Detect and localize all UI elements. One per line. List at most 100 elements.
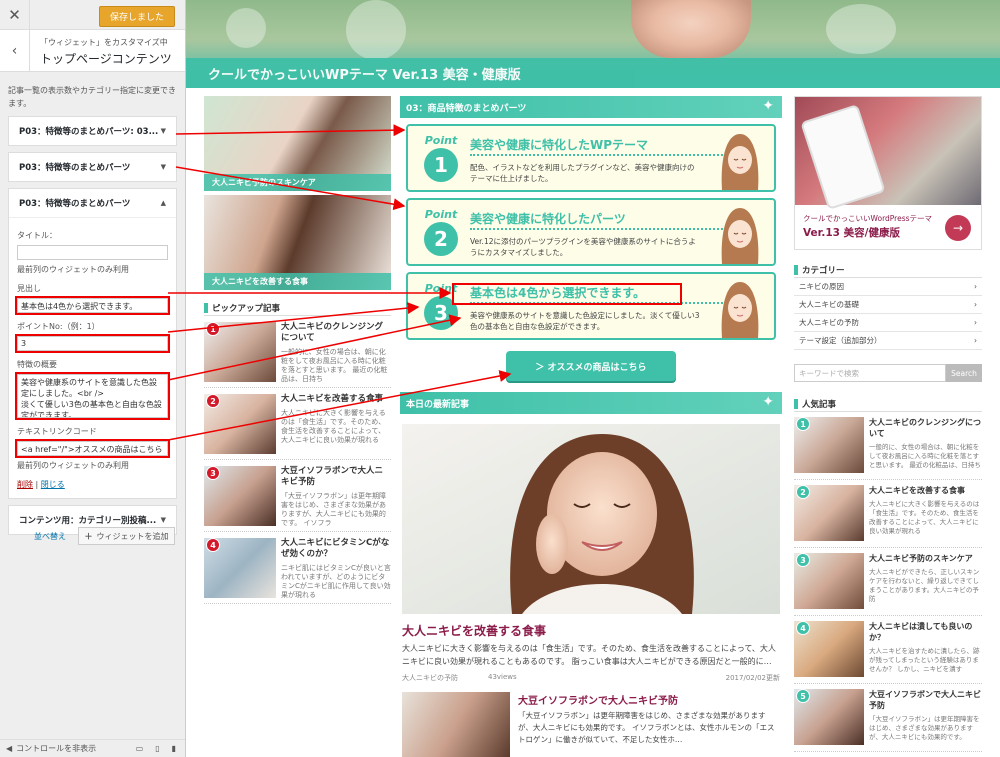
list-item[interactable]: 5 大豆イソフラボンで大人ニキビ予防 「大豆イソフラボン」は更年期障害をはじめ、さ… [794,684,982,752]
mobile-preview-icon[interactable]: ▮ [172,744,176,753]
triangle-down-icon[interactable]: ▼ [161,163,166,171]
hide-controls-label[interactable]: コントロールを非表示 [16,743,96,754]
category-item[interactable]: 大人ニキビの基礎 › [794,296,982,314]
widget-header[interactable]: P03：特徴等のまとめパーツ: 03... ▼ [9,117,176,145]
rank-badge: 1 [206,322,220,336]
featured-article-image[interactable] [402,424,780,614]
list-item-title[interactable]: 大人ニキビを改善する食事 [281,394,391,405]
list-item[interactable]: 3 大豆イソフラボンで大人ニキビ予防 「大豆イソフラボン」は更年期障害をはじめ、さ… [204,460,391,532]
thumbnail: 4 [794,621,864,677]
chevron-right-icon: › [974,300,977,309]
dotted-divider [470,228,730,230]
search-button[interactable]: Search [946,364,982,382]
list-item[interactable]: 2 大人ニキビを改善する食事 大人ニキビに大きく影響を与えるのは「食生活」です。そ… [204,388,391,460]
triangle-up-icon[interactable]: ▲ [161,199,166,207]
feature-description: 美容や健康系のサイトを意識した色設定にしました。淡くて優しい3色の基本色と自由な… [470,311,700,331]
thumbnail: 1 [794,417,864,473]
article-views: 43views [488,673,517,681]
summary-textarea[interactable]: 美容や健康系のサイトを意識した色設定にしました。<br /> 淡くて優しい3色の… [15,372,170,420]
panel-description: 記事一覧の表示数やカテゴリー指定に変更できます。 [8,86,176,108]
category-item[interactable]: テーマ設定（追加部分） › [794,332,982,350]
search-form: キーワードで検索 Search [794,364,982,382]
delete-link[interactable]: 削除 [17,480,33,489]
left-column: 大人ニキビ予防のスキンケア 大人ニキビを改善する食事 ピックアップ記事 1 大人… [204,96,391,604]
article-date: 2017/02/02更新 [725,674,780,682]
widget-2[interactable]: P03：特徴等のまとめパーツ ▼ [8,152,177,182]
point-circle: 1 [424,148,458,182]
link-label: テキストリンクコード [17,427,97,436]
reorder-link[interactable]: 並べ替え [34,531,66,542]
bokeh-decoration [346,0,406,60]
tablet-preview-icon[interactable]: ▯ [155,744,159,753]
list-item-excerpt: 「大豆イソフラボン」は更年期障害をはじめ、さまざまな効果がありますが、大人ニキビ… [869,715,980,741]
point-word: Point [424,282,458,295]
list-item[interactable]: 1 大人ニキビのクレンジングについて 一般的に、女性の場合は、朝に化粧をして夜お風… [794,412,982,480]
featured-article-title[interactable]: 大人ニキビを改善する食事 [402,622,546,639]
thumbnail: 3 [794,553,864,609]
triangle-down-icon[interactable]: ▼ [161,127,166,135]
desktop-preview-icon[interactable]: ▭ [136,744,144,753]
theme-ad-banner[interactable]: クールでかっこいいWordPressテーマ Ver.13 美容/健康版 → [794,96,982,250]
list-item[interactable]: 4 大人ニキビは潰しても良いのか？ 大人ニキビを治すために潰したら、跡が残ってしま… [794,616,982,684]
category-label: 大人ニキビの予防 [799,318,859,327]
recommended-products-button[interactable]: ＞ オススメの商品はこちら [506,351,676,381]
thumbnail [402,692,510,757]
arrow-right-icon[interactable]: → [945,215,971,241]
list-item[interactable]: 2 大人ニキビを改善する食事 大人ニキビに大きく影響を与えるのは「食生活」です。そ… [794,480,982,548]
thumbnail: 4 [204,538,276,598]
list-item-title[interactable]: 大人ニキビのクレンジングについて [281,322,391,344]
widget-header[interactable]: P03：特徴等のまとめパーツ ▼ [9,153,176,181]
point-input[interactable]: 3 [15,334,170,353]
category-item[interactable]: ニキビの原因 › [794,278,982,296]
list-item-excerpt: 一般的に、女性の場合は、朝に化粧をして夜お風呂に入る時に化粧を落とすと思います。… [281,348,388,383]
list-item-title[interactable]: 大豆イソフラボンで大人ニキビ予防 [281,466,391,488]
widget-3-expanded: P03：特徴等のまとめパーツ ▲ タイトル： 最前列のウィジェットのみ利用 見出… [8,188,177,499]
widget-1[interactable]: P03：特徴等のまとめパーツ: 03... ▼ [8,116,177,146]
article-item[interactable]: 大豆イソフラボンで大人ニキビ予防 「大豆イソフラボン」は更年期障害をはじめ、さま… [402,688,780,757]
close-icon[interactable]: ✕ [0,0,30,30]
close-link[interactable]: 閉じる [41,480,65,489]
category-item[interactable]: 大人ニキビの予防 › [794,314,982,332]
search-input[interactable]: キーワードで検索 [794,364,946,382]
heading-label: 見出し [17,284,41,293]
list-item-title[interactable]: 大人ニキビは潰しても良いのか？ [869,621,982,643]
triangle-down-icon[interactable]: ▼ [161,516,166,524]
banner-diet[interactable]: 大人ニキビを改善する食事 [204,195,391,290]
widget-links: 削除 | 閉じる [17,479,168,490]
list-item[interactable]: 3 大人ニキビ予防のスキンケア 大人ニキビができたら、正しいスキンケアを行わないと… [794,548,982,616]
list-item-title[interactable]: 大人ニキビを改善する食事 [869,485,982,496]
list-item-title[interactable]: 大人ニキビ予防のスキンケア [869,553,982,564]
point-circle: 2 [424,222,458,256]
summary-label: 特徴の概要 [17,360,57,369]
widget-title: コンテンツ用：カテゴリー別投稿... [19,516,157,526]
point-circle: 3 [424,296,458,330]
link-input[interactable]: <a href="/">オススメの商品はこちら [15,439,170,458]
point-word: Point [424,134,458,147]
article-title[interactable]: 大豆イソフラボンで大人ニキビ予防 [518,692,678,707]
feature-description: 配色、イラストなどを利用したプラグインなど、美容や健康向けのテーマに仕上げました… [470,163,695,183]
article-category[interactable]: 大人ニキビの予防 [402,673,458,683]
add-widget-button[interactable]: ＋ ウィジェットを追加 [78,527,175,545]
widget-header[interactable]: P03：特徴等のまとめパーツ ▲ [9,189,176,217]
list-item-excerpt: 大人ニキビを治すために潰したら、跡が残ってしまったという経験はありませんか？ し… [869,647,980,673]
list-item[interactable]: 1 大人ニキビのクレンジングについて一般的に、女性の場合は、朝に化粧をして夜お風… [204,316,391,388]
rank-badge: 4 [796,621,810,635]
banner-caption: 大人ニキビを改善する食事 [204,273,391,290]
collapse-icon[interactable]: ◀ [6,744,12,753]
thumbnail: 2 [794,485,864,541]
heading-input[interactable]: 基本色は4色から選択できます。 [15,296,170,315]
list-item-excerpt: 「大豆イソフラボン」は更年期障害をはじめ、さまざまな効果がありますが、大人ニキビ… [281,492,386,527]
list-item-title[interactable]: 大人ニキビのクレンジングについて [869,417,982,439]
site-title[interactable]: クールでかっこいいWPテーマ Ver.13 美容・健康版 [208,64,521,83]
list-item[interactable]: 4 大人ニキビにビタミンCがなぜ効くのか？ ニキビ肌にはビタミンCが良いと言われて… [204,532,391,604]
back-chevron-icon[interactable]: ‹ [0,30,30,72]
featured-article-excerpt: 大人ニキビに大きく影響を与えるのは「食生活」です。そのため、食生活を改善すること… [402,644,776,666]
point-number: Point 3 [418,282,464,336]
feature-title: 美容や健康に特化したパーツ [470,212,626,226]
list-item-title[interactable]: 大人ニキビにビタミンCがなぜ効くのか？ [281,538,391,560]
saved-button[interactable]: 保存しました [98,6,175,27]
banner-skincare[interactable]: 大人ニキビ予防のスキンケア [204,96,391,191]
title-input[interactable] [17,245,168,260]
list-item-title[interactable]: 大豆イソフラボンで大人ニキビ予防 [869,689,982,711]
right-column: クールでかっこいいWordPressテーマ Ver.13 美容/健康版 → カテ… [794,96,982,752]
